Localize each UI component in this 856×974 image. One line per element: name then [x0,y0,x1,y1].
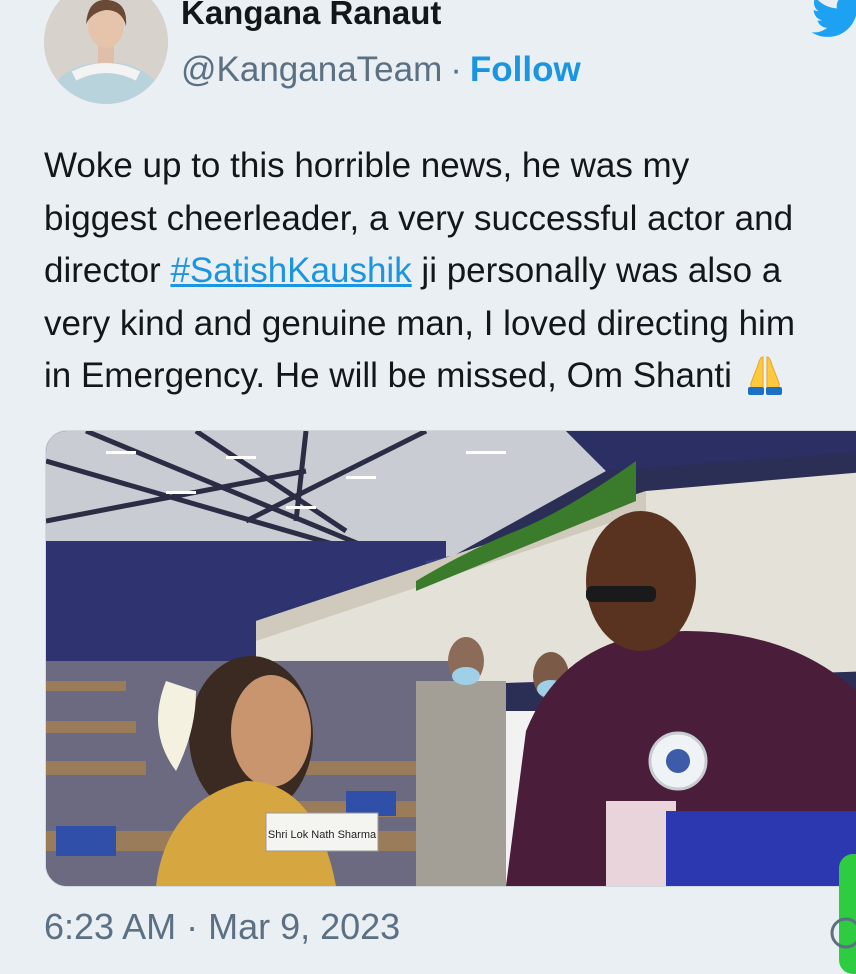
tweet-text-segment: ji personally was also a [411,251,782,290]
tweet-line: director #SatishKaushik ji personally wa… [44,245,856,298]
tweet-text-segment: in Emergency. He will be missed, Om Shan… [44,356,742,395]
twitter-bird-icon[interactable] [812,0,856,40]
tweet-photo[interactable]: Shri Lok Nath Sharma [45,430,856,887]
info-icon[interactable] [829,916,856,950]
author-handle[interactable]: @KanganaTeam [181,50,442,89]
tweet-text: Woke up to this horrible news, he was my… [44,140,856,403]
tweet-line: very kind and genuine man, I loved direc… [44,303,795,343]
folded-hands-emoji [747,356,782,395]
tweet-line: Woke up to this horrible news, he was my [44,146,690,185]
side-tab[interactable] [839,854,856,974]
tweet-line: biggest cheerleader, a very successful a… [44,198,794,238]
separator-dot: · [450,50,462,89]
author-name[interactable]: Kangana Ranaut [181,0,441,32]
avatar-image [44,0,168,104]
tweet-text-segment: director [44,251,171,290]
tweet-timestamp[interactable]: 6:23 AM · Mar 9, 2023 [44,906,400,948]
hashtag-link[interactable]: #SatishKaushik [170,251,411,290]
tweet-line: in Emergency. He will be missed, Om Shan… [44,350,856,403]
name-sign-text: Shri Lok Nath Sharma [268,829,377,841]
photo-scene: Shri Lok Nath Sharma [46,431,856,886]
follow-button[interactable]: Follow [470,50,581,89]
author-avatar[interactable] [44,0,168,104]
handle-row: @KanganaTeam · Follow [181,50,581,90]
